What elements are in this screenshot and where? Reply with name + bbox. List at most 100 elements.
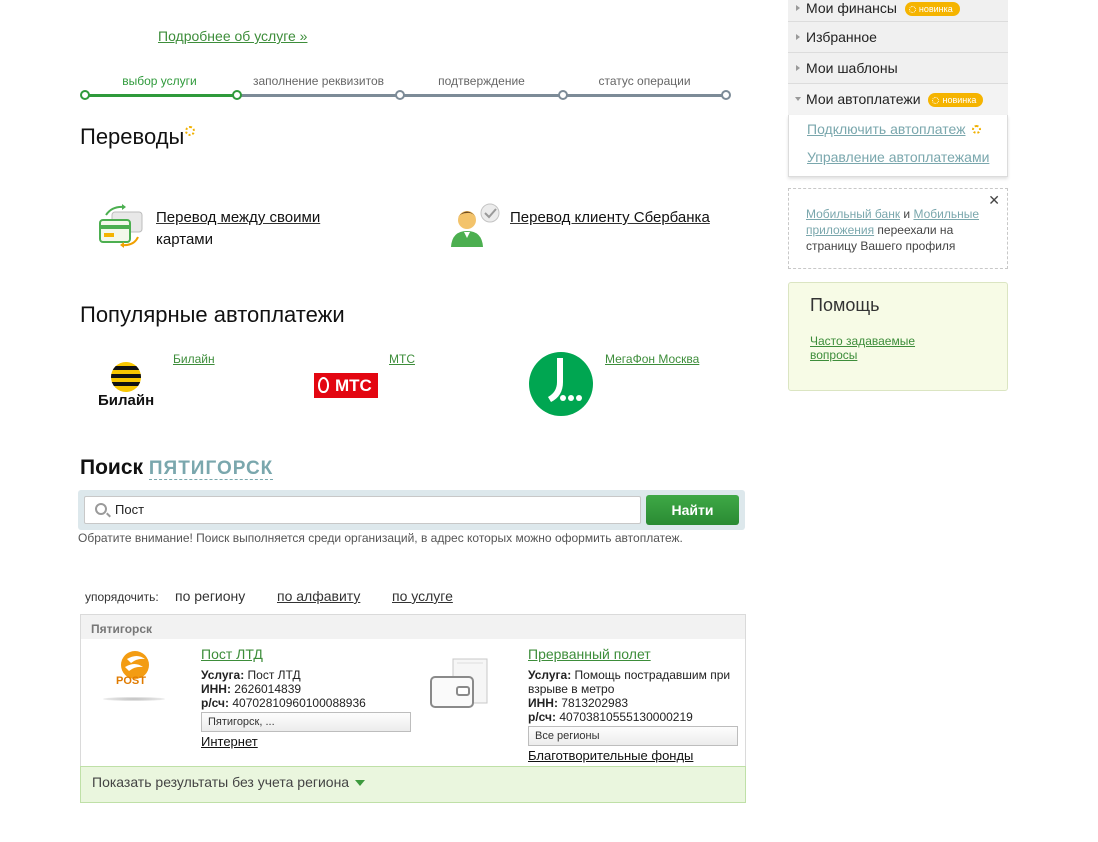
help-panel: Помощь Часто задаваемые вопросы [788,282,1008,391]
show-all-regions-text: Показать результаты без учета региона [92,774,350,790]
results-region-header: Пятигорск [81,615,745,639]
sun-icon [908,6,916,14]
sidebar-item-my-finances[interactable]: Мои финансы новинка [788,0,1008,22]
result-2-service-label: Услуга: [528,668,572,682]
beeline-link[interactable]: Билайн [173,352,215,366]
find-button[interactable]: Найти [646,495,739,525]
transfer-to-client-link[interactable]: Перевод клиенту Сбербанка [510,207,710,229]
sidebar-item-label: Избранное [806,29,877,45]
step-dot-2 [232,90,242,100]
sort-label: упорядочить: [85,590,159,604]
new-sun-icon [972,125,981,134]
result-item-2: Прерванный полет Услуга: Помощь пострада… [528,646,743,763]
search-input-value: Пост [115,502,145,517]
megafon-logo[interactable] [529,352,593,416]
progress-steps: выбор услуги заполнение реквизитов подтв… [80,74,731,104]
result-2-account-label: р/сч: [528,710,556,724]
result-1-inn-label: ИНН: [201,682,231,696]
transfer-to-client-text: Перевод клиенту Сбербанка [510,209,710,226]
sidebar-item-label: Мои шаблоны [806,60,898,76]
result-2-region-select[interactable]: Все регионы [528,726,738,746]
result-2-inn: ИНН: 7813202983 [528,696,743,710]
search-note: Обратите внимание! Поиск выполняется сре… [78,531,683,545]
new-badge-text: новинка [942,95,977,106]
show-all-regions-button[interactable]: Показать результаты без учета региона [80,766,746,803]
sidebar-item-label: Мои автоплатежи [806,91,921,107]
search-title-text: Поиск [80,456,144,479]
popular-autopayments-title: Популярные автоплатежи [80,302,345,327]
search-input[interactable]: Пост [84,496,641,524]
result-1-account: р/сч: 40702810960100088936 [201,696,411,710]
chevron-right-icon [796,5,800,11]
chevron-right-icon [796,34,800,40]
close-icon[interactable]: ✕ [988,192,1000,208]
sort-by-region[interactable]: по региону [175,588,245,604]
faq-link[interactable]: Часто задаваемые вопросы [810,334,940,362]
chevron-down-icon [355,780,366,787]
transfer-own-cards-line2: картами [156,231,213,248]
profile-notice: ✕ Мобильный банк и Мобильные приложения … [788,188,1008,269]
cards-transfer-icon [99,204,143,248]
connect-autopayment-text: Подключить автоплатеж [807,121,966,137]
person-transfer-icon [451,203,500,247]
search-icon [95,503,107,515]
new-badge: новинка [928,93,984,108]
beeline-logo-text: Билайн [98,392,155,409]
step-dot-3 [395,90,405,100]
help-title: Помощь [810,295,880,315]
result-1-region-select[interactable]: Пятигорск, ... [201,712,411,732]
step-label-fill-details: заполнение реквизитов [252,74,384,88]
result-2-account: р/сч: 40703810555130000219 [528,710,743,724]
transfer-own-cards-link[interactable]: Перевод между своими картами [156,207,320,251]
step-dot-4 [558,90,568,100]
step-line-1 [84,94,237,97]
mts-logo[interactable]: МТС [314,373,378,398]
search-bar: Пост Найти [78,490,745,530]
result-1-service-label: Услуга: [201,668,245,682]
step-line-rest [237,94,726,97]
sidebar-item-label: Мои финансы [806,0,897,16]
wallet-icon [430,658,488,708]
mts-link[interactable]: МТС [389,352,415,366]
result-1-service-value: Пост ЛТД [247,668,301,682]
result-2-name[interactable]: Прерванный полет [528,646,651,662]
post-ltd-logo: POST [101,649,167,703]
step-label-confirmation: подтверждение [438,74,525,88]
connect-autopayment-link[interactable]: Подключить автоплатеж [807,121,966,137]
sidebar-item-favorites[interactable]: Избранное [788,22,1008,53]
result-2-inn-value: 7813202983 [561,696,629,710]
step-dot-1 [80,90,90,100]
search-city-selector[interactable]: ПЯТИГОРСК [148,458,274,480]
result-1-category-link[interactable]: Интернет [201,734,411,749]
result-1-account-value: 40702810960100088936 [232,696,366,710]
step-dot-5 [721,90,731,100]
post-logo-text: POST [116,675,146,687]
sidebar-item-my-templates[interactable]: Мои шаблоны [788,53,1008,84]
sort-by-service[interactable]: по услуге [392,588,453,604]
autopayments-submenu: Подключить автоплатеж Управление автопла… [788,115,1008,177]
megafon-link[interactable]: МегаФон Москва [605,352,699,366]
transfers-title: Переводы [80,124,196,150]
transfers-title-text: Переводы [80,124,185,149]
sidebar-item-my-autopayments[interactable]: Мои автоплатежи новинка [788,84,1008,115]
manage-autopayments-link[interactable]: Управление автоплатежами [807,149,989,165]
chevron-down-icon [795,97,801,101]
search-title: Поиск ПЯТИГОРСК [80,456,274,480]
sort-by-alphabet[interactable]: по алфавиту [277,588,360,604]
result-2-service: Услуга: Помощь пострадавшим при взрыве в… [528,668,743,696]
transfer-own-cards-line1: Перевод между своими [156,209,321,226]
new-sun-icon [185,126,196,136]
result-1-service: Услуга: Пост ЛТД [201,668,411,682]
result-1-name[interactable]: Пост ЛТД [201,646,263,662]
result-1-account-label: р/сч: [201,696,229,710]
mts-egg-icon [318,377,329,393]
more-about-service-link[interactable]: Подробнее об услуге » [158,28,307,44]
result-2-inn-label: ИНН: [528,696,558,710]
result-1-inn: ИНН: 2626014839 [201,682,411,696]
sun-icon [932,97,940,105]
sidebar-menu: Мои финансы новинка Избранное Мои шаблон… [788,0,1008,115]
result-2-category-link[interactable]: Благотворительные фонды [528,748,743,763]
beeline-logo[interactable]: Билайн [96,359,166,415]
logo-shadow [103,697,165,701]
mobile-bank-link[interactable]: Мобильный банк [806,207,900,221]
